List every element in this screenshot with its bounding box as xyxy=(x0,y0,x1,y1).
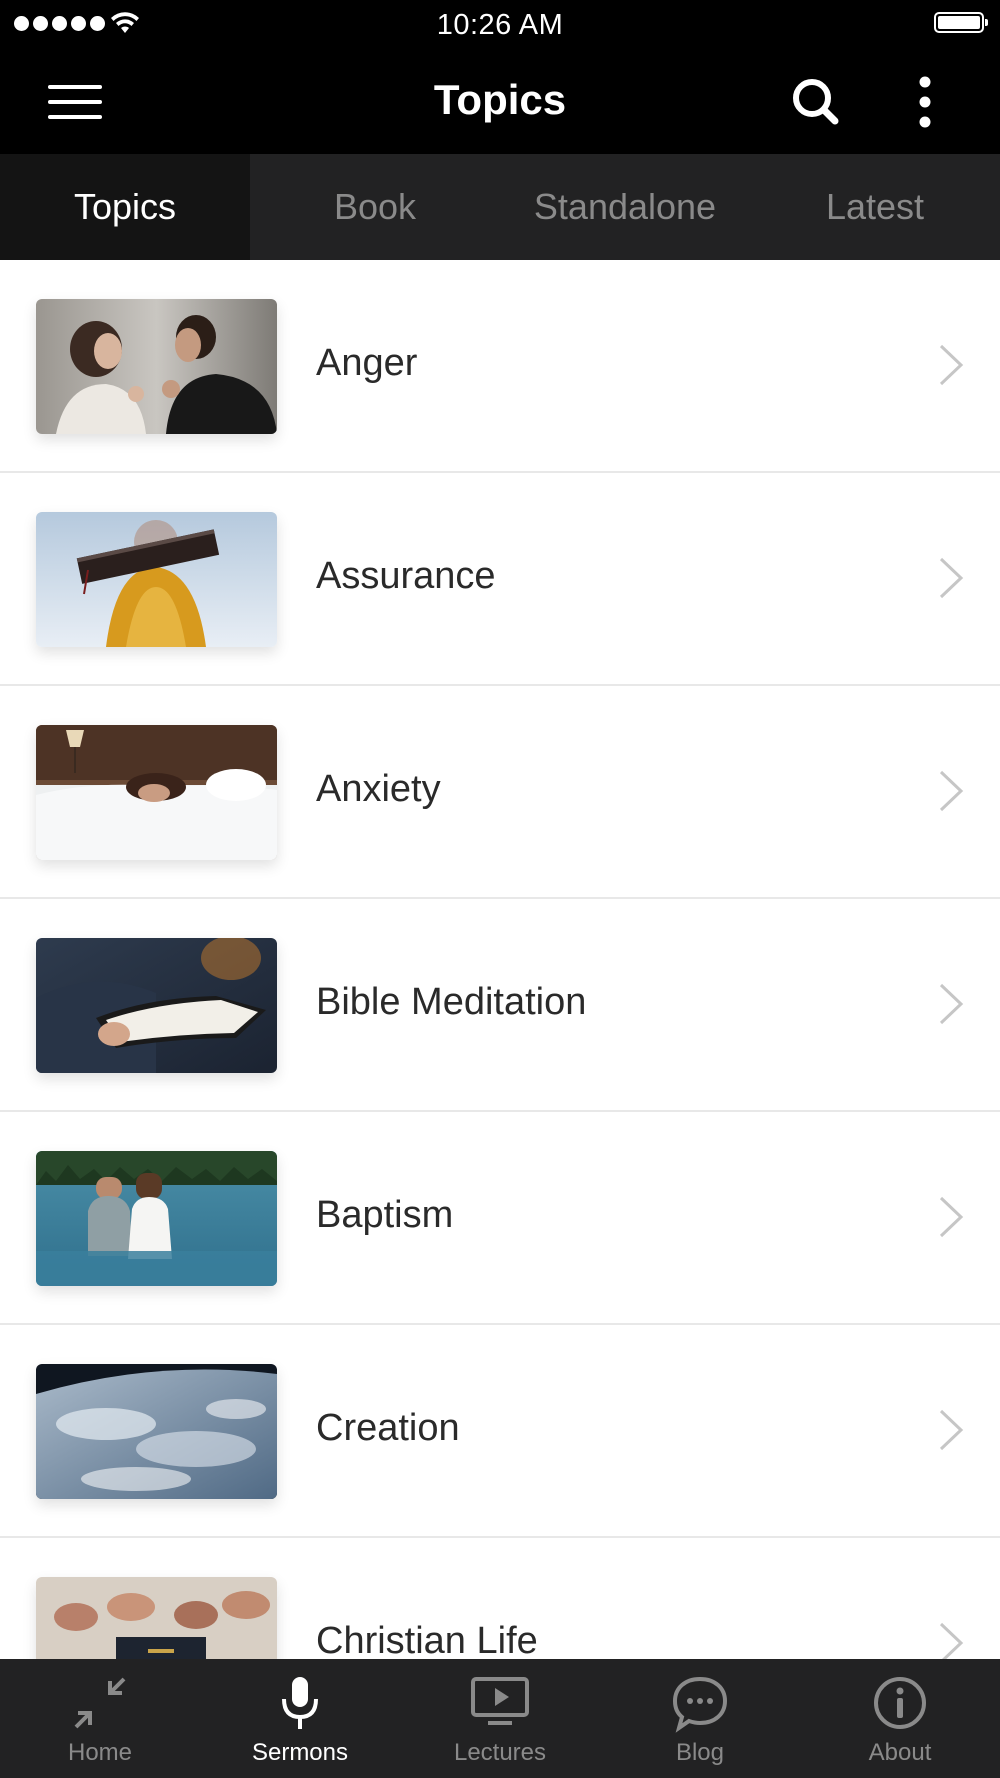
app-header: Topics xyxy=(0,50,1000,154)
topic-row-assurance[interactable]: Assurance xyxy=(0,473,1000,686)
topic-label: Baptism xyxy=(316,1194,454,1236)
topic-row-anger[interactable]: Anger xyxy=(0,260,1000,473)
topic-thumbnail xyxy=(36,1364,277,1499)
nav-label: Lectures xyxy=(453,1739,547,1766)
more-vertical-icon xyxy=(919,76,931,128)
video-screen-icon xyxy=(471,1677,529,1725)
nav-label: Home xyxy=(67,1739,133,1766)
chevron-right-icon xyxy=(939,983,964,1025)
topic-thumbnail xyxy=(36,1151,277,1286)
page-title: Topics xyxy=(433,76,567,123)
search-icon xyxy=(793,79,839,125)
topic-label: Anger xyxy=(316,342,418,384)
topic-label: Bible Meditation xyxy=(316,981,587,1023)
chevron-right-icon xyxy=(939,1196,964,1238)
collapse-arrows-icon xyxy=(74,1677,126,1729)
nav-blog[interactable]: Blog xyxy=(600,1659,800,1778)
more-options-button[interactable] xyxy=(900,74,950,130)
bottom-nav: Home Sermons Lectures Blog About xyxy=(0,1659,1000,1778)
nav-label: Blog xyxy=(675,1739,725,1766)
topic-label: Creation xyxy=(316,1407,460,1449)
tab-book[interactable]: Book xyxy=(250,154,500,260)
chevron-right-icon xyxy=(939,1622,964,1659)
topic-thumbnail xyxy=(36,299,277,434)
topic-thumbnail xyxy=(36,1577,277,1659)
status-time: 10:26 AM xyxy=(436,9,564,41)
topic-row-creation[interactable]: Creation xyxy=(0,1325,1000,1538)
topic-label: Christian Life xyxy=(316,1620,538,1659)
nav-label: About xyxy=(868,1739,932,1766)
nav-sermons[interactable]: Sermons xyxy=(200,1659,400,1778)
topic-thumbnail xyxy=(36,725,277,860)
microphone-icon xyxy=(282,1677,318,1729)
topic-row-baptism[interactable]: Baptism xyxy=(0,1112,1000,1325)
info-icon xyxy=(874,1677,926,1729)
topic-label: Assurance xyxy=(316,555,496,597)
chevron-right-icon xyxy=(939,770,964,812)
topic-thumbnail xyxy=(36,938,277,1073)
tab-topics[interactable]: Topics xyxy=(0,154,250,260)
topic-list[interactable]: Anger Assurance Anxiety Bible Meditation… xyxy=(0,260,1000,1659)
topic-row-bible-meditation[interactable]: Bible Meditation xyxy=(0,899,1000,1112)
chevron-right-icon xyxy=(939,344,964,386)
search-button[interactable] xyxy=(786,74,846,130)
nav-about[interactable]: About xyxy=(800,1659,1000,1778)
topic-row-anxiety[interactable]: Anxiety xyxy=(0,686,1000,899)
nav-home[interactable]: Home xyxy=(0,1659,200,1778)
chevron-right-icon xyxy=(939,557,964,599)
chevron-right-icon xyxy=(939,1409,964,1451)
chat-bubble-icon xyxy=(672,1676,728,1733)
topic-thumbnail xyxy=(36,512,277,647)
tab-latest[interactable]: Latest xyxy=(750,154,1000,260)
nav-lectures[interactable]: Lectures xyxy=(400,1659,600,1778)
battery-icon xyxy=(934,12,988,33)
topic-label: Anxiety xyxy=(316,768,441,810)
topic-row-christian-life[interactable]: Christian Life xyxy=(0,1538,1000,1659)
nav-label: Sermons xyxy=(251,1739,349,1766)
tab-standalone[interactable]: Standalone xyxy=(500,154,750,260)
status-bar: 10:26 AM xyxy=(0,0,1000,50)
tab-bar: Topics Book Standalone Latest xyxy=(0,154,1000,260)
